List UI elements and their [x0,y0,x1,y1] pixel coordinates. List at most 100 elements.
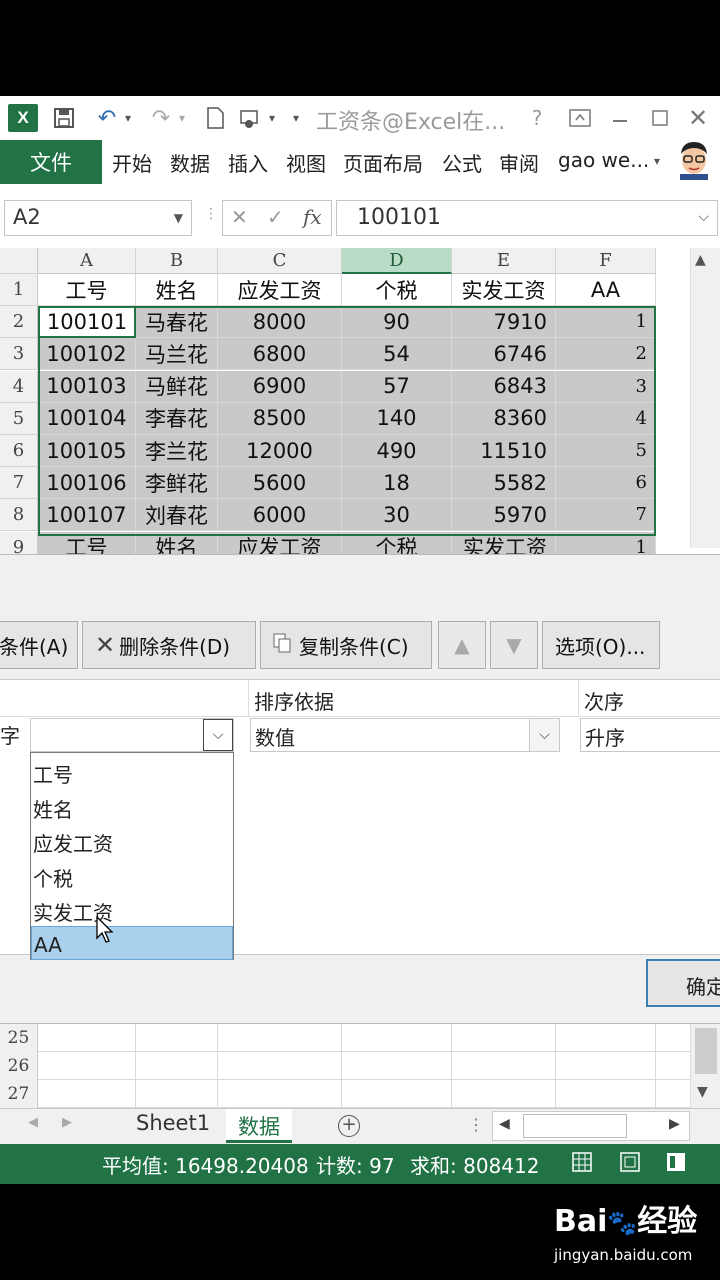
row-header[interactable]: 6 [0,435,38,467]
table-cell[interactable]: 100102 [38,338,136,371]
table-cell[interactable]: 刘春花 [136,499,218,532]
table-cell[interactable]: 6746 [452,338,556,371]
page-layout-view-icon[interactable] [620,1152,640,1177]
sheet-tab-sheet1[interactable]: Sheet1 [124,1109,222,1143]
column-header-b[interactable]: B [136,248,218,274]
cancel-entry-icon[interactable]: ✕ [231,205,248,229]
row-header[interactable]: 26 [0,1052,38,1080]
table-cell[interactable]: 6800 [218,338,342,371]
copy-condition-button[interactable]: 复制条件(C) [260,621,432,669]
tab-page-layout[interactable]: 页面布局 [343,148,423,177]
header-cell[interactable]: 姓名 [136,274,218,306]
table-cell[interactable]: 490 [342,435,452,467]
header-cell[interactable]: 实发工资 [452,274,556,306]
delete-condition-button[interactable]: ✕ 删除条件(D) [82,621,256,669]
close-icon[interactable]: ✕ [684,104,712,132]
column-header-d[interactable]: D [342,248,452,274]
tab-formulas[interactable]: 公式 [442,148,482,177]
table-cell[interactable]: 李鲜花 [136,467,218,500]
table-cell[interactable]: 100103 [38,370,136,403]
table-cell[interactable]: 5582 [452,467,556,500]
table-cell[interactable]: 6900 [218,370,342,403]
column-header-c[interactable]: C [218,248,342,274]
move-up-button[interactable]: ▲ [438,621,486,669]
row-header[interactable]: 1 [0,274,38,306]
column-header-a[interactable]: A [38,248,136,274]
table-cell[interactable]: 30 [342,499,452,532]
table-cell[interactable]: 100104 [38,402,136,435]
chevron-down-icon[interactable]: ⌵ [529,719,559,751]
page-break-view-icon[interactable] [666,1152,686,1177]
dropdown-option[interactable]: AA [31,925,233,960]
table-cell[interactable]: 8500 [218,402,342,435]
dropdown-option[interactable]: 姓名 [31,788,233,823]
table-cell[interactable]: 5970 [452,499,556,532]
tab-file[interactable]: 文件 [0,140,102,184]
table-cell[interactable]: 6843 [452,370,556,403]
name-box[interactable]: A2 ▼ [4,200,192,236]
table-cell[interactable]: 90 [342,306,452,339]
table-cell[interactable]: 6 [556,467,656,500]
scroll-down-icon[interactable]: ▼ [697,1084,708,1100]
tab-home[interactable]: 开始 [112,148,152,177]
row-header[interactable]: 4 [0,370,38,403]
row-header[interactable]: 8 [0,499,38,532]
ribbon-display-icon[interactable] [566,104,594,132]
expand-formula-icon[interactable]: ⌵ [698,209,709,225]
add-sheet-icon[interactable]: + [338,1115,360,1137]
table-cell[interactable]: 7910 [452,306,556,339]
sort-on-select[interactable]: 数值 ⌵ [250,718,560,752]
dropdown-option[interactable]: 工号 [31,753,233,788]
row-header[interactable]: 25 [0,1024,38,1052]
row-header[interactable]: 3 [0,338,38,371]
table-cell[interactable]: 100101 [38,306,136,339]
tab-insert[interactable]: 插入 [228,148,268,177]
dropdown-option[interactable]: 实发工资 [31,891,233,926]
header-cell[interactable]: 个税 [342,274,452,306]
table-cell[interactable]: 7 [556,499,656,532]
scroll-up-icon[interactable]: ▲ [695,252,706,268]
scroll-left-icon[interactable]: ◀ [499,1116,510,1132]
select-all-corner[interactable] [0,248,38,274]
table-cell[interactable]: 李兰花 [136,435,218,467]
ok-button[interactable]: 确定 [646,959,720,1007]
table-cell[interactable]: 100105 [38,435,136,467]
tab-split-grip-icon[interactable]: ⋮ [468,1115,484,1134]
table-cell[interactable]: 马鲜花 [136,370,218,403]
horizontal-scrollbar[interactable]: ◀ ▶ [492,1111,690,1141]
row-header[interactable]: 2 [0,306,38,339]
row-header[interactable]: 7 [0,467,38,500]
row-header[interactable]: 5 [0,402,38,435]
scroll-thumb[interactable] [695,1028,717,1074]
table-cell[interactable]: 2 [556,338,656,371]
column-header-e[interactable]: E [452,248,556,274]
undo-dropdown-icon[interactable]: ▾ [122,104,134,132]
row-header[interactable]: 27 [0,1080,38,1108]
table-cell[interactable]: 100106 [38,467,136,500]
scroll-right-icon[interactable]: ▶ [669,1116,680,1132]
header-cell[interactable]: 工号 [38,274,136,306]
table-cell[interactable]: 5 [556,435,656,467]
customize-toolbar-icon[interactable]: ▾ [288,104,304,132]
redo-icon[interactable]: ↷ [146,104,176,132]
table-cell[interactable]: 100107 [38,499,136,532]
undo-icon[interactable]: ↶ [92,104,122,132]
avatar[interactable] [672,136,716,180]
help-icon[interactable]: ? [526,104,548,132]
camera-dropdown-icon[interactable]: ▾ [266,104,278,132]
table-cell[interactable]: 马春花 [136,306,218,339]
table-cell[interactable]: 6000 [218,499,342,532]
move-down-button[interactable]: ▼ [490,621,538,669]
table-cell[interactable]: 李春花 [136,402,218,435]
redo-dropdown-icon[interactable]: ▾ [176,104,188,132]
header-cell[interactable]: AA [556,274,656,306]
save-icon[interactable] [50,104,78,132]
order-select[interactable]: 升序 [580,718,720,752]
table-cell[interactable]: 54 [342,338,452,371]
new-file-icon[interactable] [202,104,228,132]
h-scroll-thumb[interactable] [523,1114,627,1138]
table-cell[interactable]: 8000 [218,306,342,339]
chevron-down-icon[interactable]: ⌵ [203,719,233,751]
header-cell[interactable]: 应发工资 [218,274,342,306]
add-condition-button[interactable]: 条件(A) [0,621,78,669]
